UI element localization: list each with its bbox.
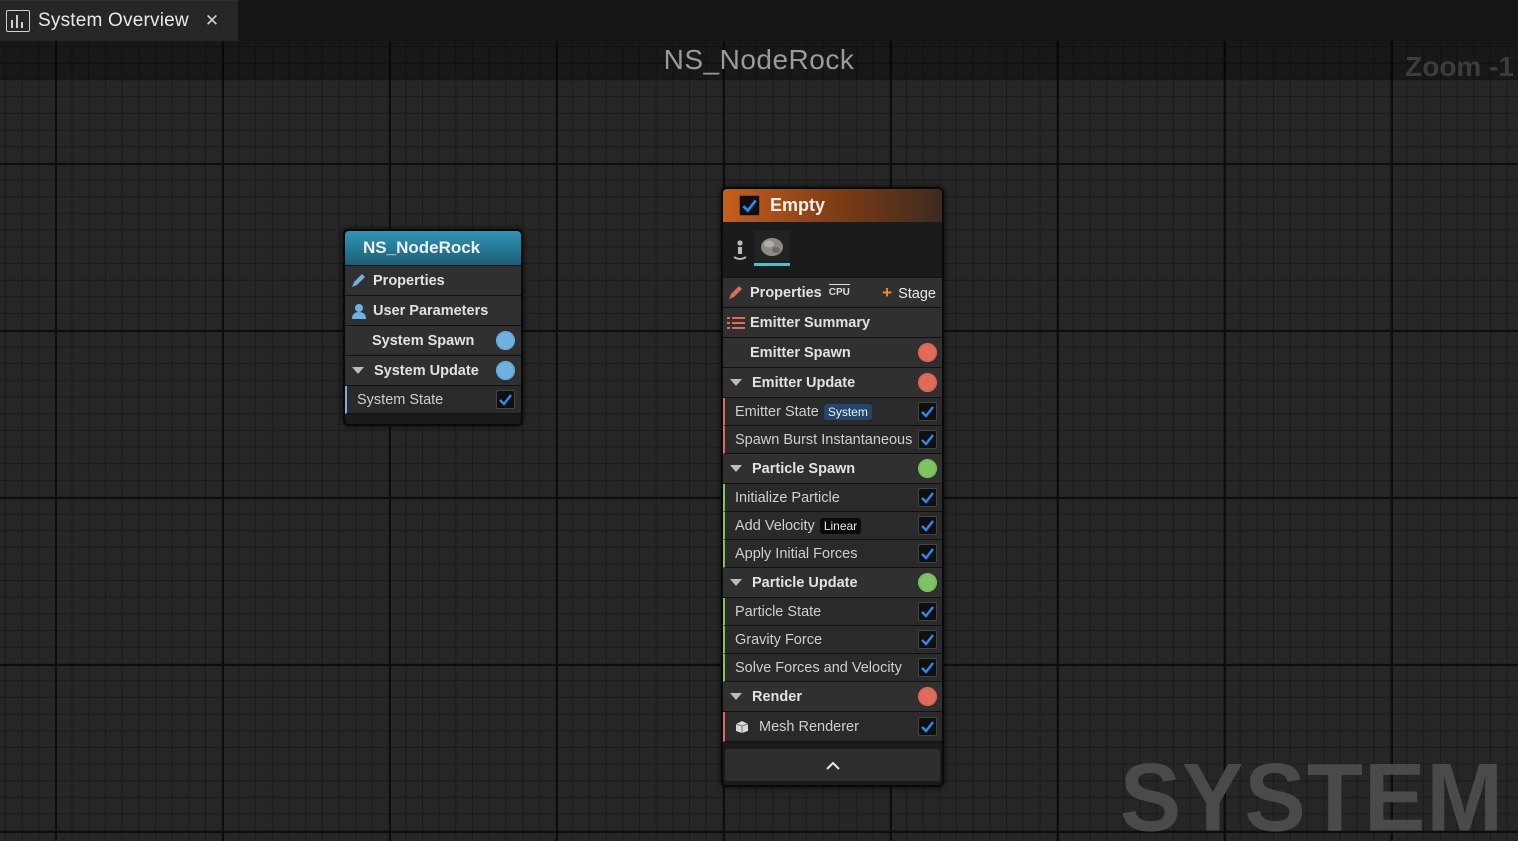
cpu-label: CPU [828,287,850,298]
module-row[interactable]: Solve Forces and Velocity [723,654,942,682]
graph-canvas[interactable]: NS_NodeRock Zoom -1 SYSTEM NS_NodeRock P… [0,41,1518,841]
tab-title: System Overview [38,10,189,31]
cpu-icon: CPU [828,284,850,301]
enable-checkbox[interactable] [496,390,515,409]
add-module-icon[interactable] [918,687,937,706]
system-state-label: System State [357,391,444,408]
module-label: Emitter State [735,403,819,420]
render-row[interactable]: Render [723,682,942,712]
enable-checkbox[interactable] [918,630,937,649]
user-icon [352,303,366,319]
stage-label: Stage [898,286,936,302]
emitter-node-header[interactable]: Empty [723,189,942,222]
collapse-arrow-icon[interactable] [352,367,364,374]
emitter-summary-label: Emitter Summary [750,314,871,331]
emitter-thumbnail-area [723,222,942,278]
collapse-arrow-icon[interactable] [730,465,742,472]
enable-checkbox[interactable] [918,544,937,563]
collapse-arrow-icon[interactable] [730,693,742,700]
system-spawn-label: System Spawn [372,332,475,349]
add-module-icon[interactable] [918,373,937,392]
add-module-icon[interactable] [918,343,937,362]
particle-update-row[interactable]: Particle Update [723,568,942,598]
pencil-icon [352,273,365,287]
module-tag: Linear [819,517,862,534]
enable-checkbox[interactable] [918,402,937,421]
emitter-properties-row[interactable]: Properties CPU + Stage [723,278,942,308]
emitter-spawn-row[interactable]: Emitter Spawn [723,338,942,368]
rock-mesh-icon [761,238,783,256]
cube-icon [735,720,749,733]
module-row[interactable]: Particle State [723,598,942,626]
module-row[interactable]: Spawn Burst Instantaneous [723,426,942,454]
system-properties-label: Properties [373,272,445,289]
tab-system-overview[interactable]: System Overview ✕ [0,0,238,41]
stage-button[interactable]: + Stage [882,283,936,303]
module-label: Gravity Force [735,631,823,648]
enable-checkbox[interactable] [918,488,937,507]
enable-checkbox[interactable] [918,602,937,621]
chart-icon [6,10,30,32]
graph-watermark: SYSTEM [1119,744,1504,841]
emitter-node[interactable]: Empty Properties CPU + Stage Emitter Sum… [721,187,944,787]
particle-update-label: Particle Update [752,574,858,591]
module-tag: System [823,403,872,420]
chevron-up-icon [825,761,840,770]
module-row[interactable]: Initialize Particle [723,484,942,512]
collapse-node-button[interactable] [725,749,940,781]
collapse-arrow-icon[interactable] [730,379,742,386]
close-icon[interactable]: ✕ [205,11,219,31]
add-module-icon[interactable] [496,331,515,350]
emitter-spawn-label: Emitter Spawn [750,344,851,361]
module-row[interactable]: Emitter State System [723,398,942,426]
system-node[interactable]: NS_NodeRock Properties User Parameters S… [343,229,523,426]
system-state-row[interactable]: System State [345,386,521,414]
list-icon [727,316,745,329]
person-icon[interactable] [733,239,747,261]
system-update-label: System Update [374,362,479,379]
module-label: Particle State [735,603,822,620]
add-module-icon[interactable] [496,361,515,380]
module-row[interactable]: Mesh Renderer [723,712,942,742]
user-parameters-label: User Parameters [373,302,489,319]
plus-icon: + [882,283,893,302]
render-label: Render [752,688,802,705]
module-label: Add Velocity [735,517,815,534]
pencil-icon [729,285,742,299]
collapse-arrow-icon[interactable] [730,579,742,586]
system-spawn-row[interactable]: System Spawn [345,326,521,356]
add-module-icon[interactable] [918,573,937,592]
user-parameters-row[interactable]: User Parameters [345,296,521,326]
module-label: Solve Forces and Velocity [735,659,902,676]
module-row[interactable]: Add Velocity Linear [723,512,942,540]
add-module-icon[interactable] [918,459,937,478]
emitter-thumbnail[interactable] [754,230,790,266]
enable-checkbox[interactable] [918,516,937,535]
system-update-row[interactable]: System Update [345,356,521,386]
emitter-update-label: Emitter Update [752,374,856,391]
emitter-summary-row[interactable]: Emitter Summary [723,308,942,338]
particle-spawn-row[interactable]: Particle Spawn [723,454,942,484]
particle-spawn-label: Particle Spawn [752,460,856,477]
system-properties-row[interactable]: Properties [345,266,521,296]
module-row[interactable]: Apply Initial Forces [723,540,942,568]
enable-checkbox[interactable] [918,658,937,677]
emitter-update-row[interactable]: Emitter Update [723,368,942,398]
emitter-node-title: Empty [770,195,826,215]
module-label: Spawn Burst Instantaneous [735,431,913,448]
enable-checkbox[interactable] [918,430,937,449]
tab-bar: System Overview ✕ [0,0,1518,41]
graph-title: NS_NodeRock [663,44,855,75]
module-label: Mesh Renderer [759,718,859,735]
emitter-enable-checkbox[interactable] [739,195,760,216]
system-node-title: NS_NodeRock [363,238,481,257]
enable-checkbox[interactable] [918,717,937,736]
system-node-header[interactable]: NS_NodeRock [345,231,521,266]
module-label: Apply Initial Forces [735,545,858,562]
zoom-label: Zoom -1 [1405,51,1514,82]
module-row[interactable]: Gravity Force [723,626,942,654]
module-label: Initialize Particle [735,489,840,506]
emitter-properties-label: Properties [750,284,822,301]
